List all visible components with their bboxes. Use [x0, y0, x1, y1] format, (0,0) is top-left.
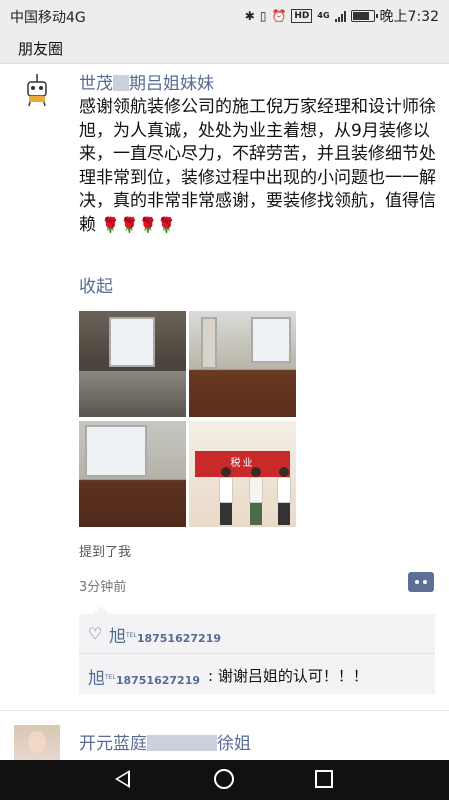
- blurred-text: [147, 735, 217, 751]
- carrier-label: 中国移动4G: [10, 10, 86, 26]
- photo-thumbnail[interactable]: [189, 311, 296, 417]
- heart-icon: ♡: [88, 624, 103, 643]
- commenter-name[interactable]: 旭TEL18751627219: [88, 664, 200, 689]
- comment-menu-button[interactable]: [408, 572, 434, 592]
- battery-icon: [350, 10, 378, 22]
- photo-banner: 税业: [195, 451, 290, 477]
- post-author[interactable]: 世茂 期吕姐妹妹: [79, 69, 214, 94]
- bluetooth-icon: ✱: [244, 9, 255, 23]
- network-label: 4G: [317, 11, 330, 20]
- home-icon[interactable]: [214, 769, 234, 789]
- rose-emoji: 🌹🌹🌹🌹: [101, 215, 177, 234]
- author-name-prefix: 开元蓝庭: [79, 734, 147, 754]
- divider: [0, 710, 449, 711]
- status-icons: ✱ ▯ ⏰ HD 4G 晚上7:32: [245, 6, 439, 26]
- moments-feed[interactable]: 世茂 期吕姐妹妹 感谢领航装修公司的施工倪万家经理和设计师徐旭，为人真诚，处处为业…: [0, 64, 449, 760]
- clock: 晚上7:32: [379, 9, 439, 25]
- author-name-suffix: 期吕姐妹妹: [129, 74, 214, 94]
- signal-icon: [334, 10, 346, 22]
- post-text: 感谢领航装修公司的施工倪万家经理和设计师徐旭，为人真诚，处处为业主着想，从9月装…: [79, 96, 439, 237]
- liker-name[interactable]: 旭TEL18751627219: [109, 622, 221, 647]
- page-title: 朋友圈: [18, 40, 64, 58]
- title-bar: 朋友圈: [0, 32, 449, 64]
- avatar[interactable]: [14, 725, 60, 760]
- post-body: 感谢领航装修公司的施工倪万家经理和设计师徐旭，为人真诚，处处为业主着想，从9月装…: [79, 97, 436, 235]
- hd-icon: HD: [291, 9, 313, 23]
- comment-text: : 谢谢吕姐的认可！！！: [208, 667, 368, 685]
- comment-item[interactable]: 旭TEL18751627219 : 谢谢吕姐的认可！！！: [79, 654, 435, 694]
- photo-thumbnail[interactable]: [79, 311, 186, 417]
- comment-box: ♡ 旭TEL18751627219 旭TEL18751627219 : 谢谢吕姐…: [79, 606, 435, 694]
- back-icon[interactable]: [115, 770, 130, 788]
- post-time: 3分钟前: [79, 580, 127, 595]
- status-bar: 中国移动4G ✱ ▯ ⏰ HD 4G 晚上7:32: [0, 0, 449, 32]
- post-author[interactable]: 开元蓝庭 徐姐: [79, 729, 251, 754]
- photo-thumbnail[interactable]: 税业: [189, 421, 296, 527]
- author-name-prefix: 世茂: [79, 74, 113, 94]
- mention-label: 提到了我: [79, 545, 132, 560]
- author-name-suffix: 徐姐: [217, 734, 251, 754]
- navigation-bar: [0, 760, 449, 800]
- blurred-text: [113, 75, 129, 91]
- recent-apps-icon[interactable]: [315, 770, 333, 788]
- vibrate-icon: ▯: [259, 9, 267, 23]
- avatar[interactable]: [14, 70, 60, 116]
- alarm-icon: ⏰: [271, 9, 287, 23]
- photo-thumbnail[interactable]: [79, 421, 186, 527]
- likes-row: ♡ 旭TEL18751627219: [79, 614, 435, 654]
- collapse-link[interactable]: 收起: [79, 272, 113, 297]
